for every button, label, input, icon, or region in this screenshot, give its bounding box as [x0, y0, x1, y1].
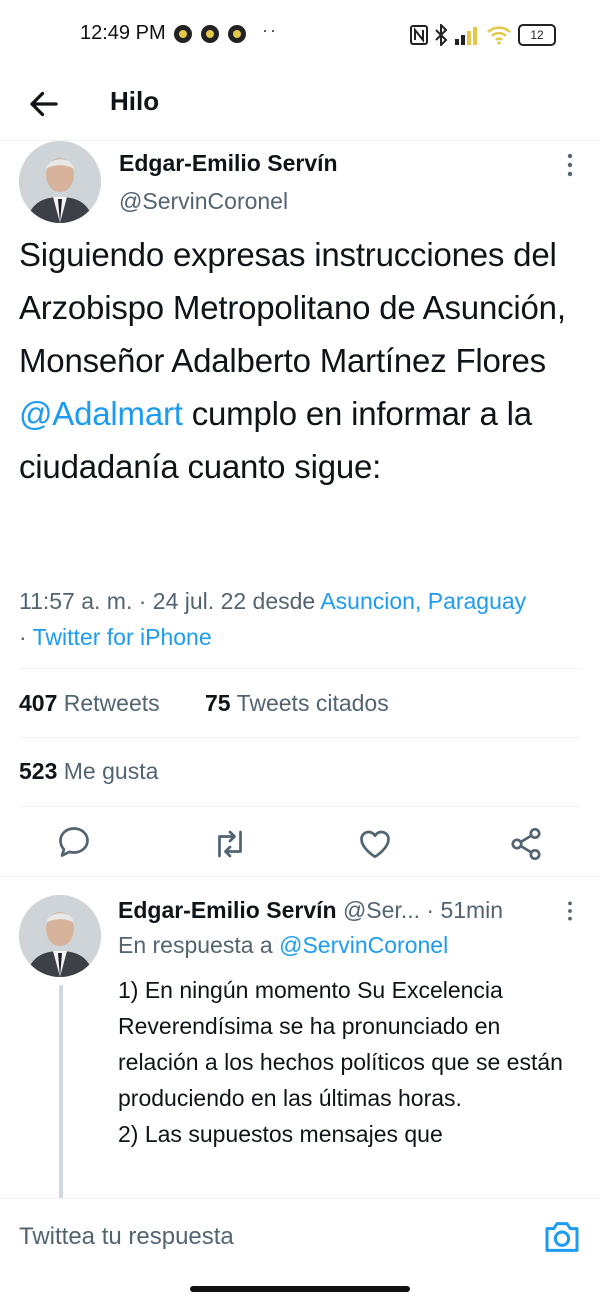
avatar-photo [19, 895, 101, 977]
likes-stat[interactable]: 523 Me gusta [19, 758, 158, 785]
reply-author-name[interactable]: Edgar-Emilio Servín [118, 897, 337, 923]
in-reply-handle[interactable]: @ServinCoronel [279, 932, 448, 958]
like-icon[interactable] [357, 826, 393, 862]
tweet-timestamp: 11:57 a. m. · 24 jul. 22 desde [19, 588, 321, 614]
thread-header: Hilo [0, 72, 600, 141]
retweets-count: 407 [19, 690, 58, 716]
meta-separator: · [19, 624, 33, 650]
more-vertical-icon[interactable] [565, 900, 575, 922]
likes-label: Me gusta [63, 758, 159, 784]
notification-icon [228, 25, 246, 43]
reply-author-handle[interactable]: @Ser... [343, 897, 420, 923]
likes-count: 523 [19, 758, 58, 784]
in-reply-to: En respuesta a @ServinCoronel [118, 932, 448, 959]
camera-icon[interactable] [542, 1217, 582, 1257]
mention-link[interactable]: @Adalmart [19, 395, 183, 432]
divider [19, 668, 581, 669]
reply-compose-bar: Twittea tu respuesta [0, 1198, 600, 1279]
divider [0, 876, 600, 877]
quotes-count: 75 [205, 690, 231, 716]
retweets-stat[interactable]: 407 Retweets [19, 690, 160, 717]
author-name[interactable]: Edgar-Emilio Servín [119, 150, 338, 177]
status-bar: 12:49 PM ·· 12 [0, 0, 600, 72]
location-link[interactable]: Asuncion, Paraguay [320, 588, 526, 614]
in-reply-prefix: En respuesta a [118, 932, 280, 958]
signal-icon [455, 27, 477, 45]
tweet-meta: 11:57 a. m. · 24 jul. 22 desde Asuncion,… [19, 583, 539, 655]
tweet-text-part: Siguiendo expresas instrucciones del Arz… [19, 236, 566, 379]
battery-level: 12 [530, 28, 544, 42]
more-notifications-indicator: ·· [262, 20, 278, 40]
home-indicator[interactable] [190, 1286, 410, 1292]
reply-input[interactable]: Twittea tu respuesta [19, 1223, 234, 1251]
reply-icon[interactable] [56, 824, 92, 860]
divider [19, 806, 581, 807]
avatar-photo [19, 141, 101, 223]
wifi-icon [487, 26, 511, 45]
battery-icon: 12 [518, 24, 556, 46]
quotes-label: Tweets citados [236, 690, 389, 716]
more-vertical-icon[interactable] [565, 152, 575, 178]
client-link[interactable]: Twitter for iPhone [33, 624, 212, 650]
tweet-text: Siguiendo expresas instrucciones del Arz… [19, 228, 579, 493]
reply-time: · 51min [426, 897, 504, 923]
reply-header: Edgar-Emilio Servín @Ser... · 51min [118, 897, 503, 924]
bluetooth-icon [435, 24, 448, 46]
page-title: Hilo [110, 86, 160, 116]
thread-line [59, 985, 63, 1200]
reply-avatar[interactable] [19, 895, 101, 977]
system-status-icons: 12 [410, 22, 556, 48]
divider [19, 737, 581, 738]
reply-paragraph: 2) Las supuestos mensajes que [118, 1121, 443, 1147]
nfc-icon [410, 25, 428, 45]
notification-icon [201, 25, 219, 43]
avatar[interactable] [19, 141, 101, 223]
share-icon[interactable] [508, 826, 544, 862]
status-time: 12:49 PM [80, 22, 166, 44]
quotes-stat[interactable]: 75 Tweets citados [205, 690, 389, 717]
back-arrow-icon[interactable] [26, 86, 62, 122]
author-handle[interactable]: @ServinCoronel [119, 188, 288, 215]
reply-paragraph: 1) En ningún momento Su Excelencia Rever… [118, 977, 563, 1111]
retweets-label: Retweets [63, 690, 160, 716]
notification-icon [174, 25, 192, 43]
reply-text: 1) En ningún momento Su Excelencia Rever… [118, 972, 568, 1152]
retweet-icon[interactable] [212, 826, 248, 862]
